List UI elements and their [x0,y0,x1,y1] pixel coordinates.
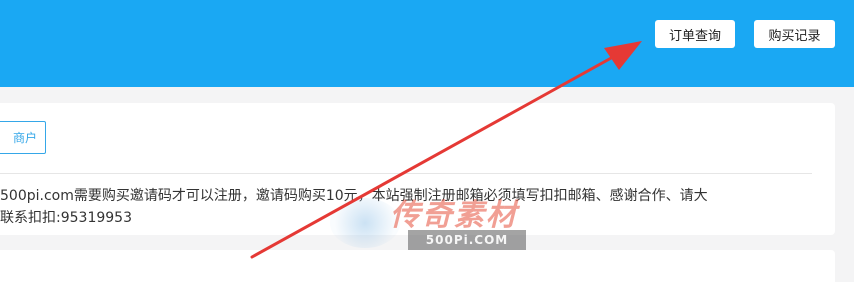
divider [0,173,812,174]
purchase-records-button[interactable]: 购买记录 [754,20,835,48]
notice-text: 500pi.com需要购买邀请码才可以注册，邀请码购买10元，本站强制注册邮箱必… [0,185,812,229]
notice-line-1: 500pi.com需要购买邀请码才可以注册，邀请码购买10元，本站强制注册邮箱必… [0,188,708,204]
notice-card: 商户 500pi.com需要购买邀请码才可以注册，邀请码购买10元，本站强制注册… [0,103,835,235]
notice-line-2: 联系扣扣:95319953 [0,210,132,226]
merchant-button[interactable]: 商户 [0,121,46,154]
top-header-bar: 订单查询 购买记录 [0,0,854,87]
order-query-button[interactable]: 订单查询 [655,20,735,48]
content-card [0,250,835,282]
